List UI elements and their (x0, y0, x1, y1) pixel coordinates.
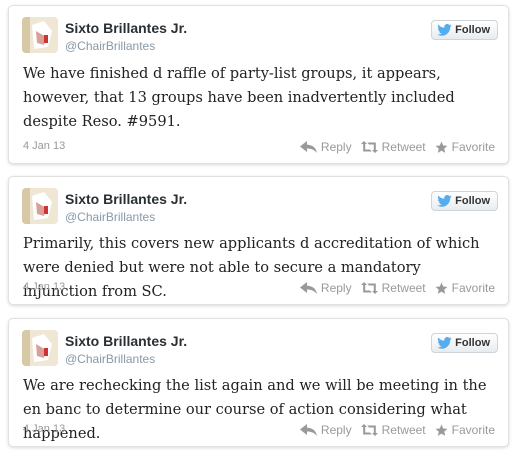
display-name[interactable]: Sixto Brillantes Jr. (65, 191, 187, 207)
retweet-icon (360, 282, 378, 294)
retweet-button[interactable]: Retweet (360, 423, 426, 437)
follow-button[interactable]: Follow (431, 191, 498, 211)
star-icon (435, 282, 448, 295)
username[interactable]: @ChairBrillantes (65, 39, 155, 53)
tweet-card: Sixto Brillantes Jr. @ChairBrillantes Fo… (8, 176, 509, 305)
tweet-date[interactable]: 4 Jan 13 (23, 423, 65, 435)
reply-icon (299, 424, 317, 436)
avatar[interactable] (22, 17, 58, 53)
tweet-actions: Reply Retweet Favorite (299, 423, 495, 437)
tweet-date[interactable]: 4 Jan 13 (23, 140, 65, 152)
follow-button[interactable]: Follow (431, 20, 498, 40)
twitter-bird-icon (437, 24, 452, 36)
retweet-label: Retweet (381, 423, 426, 437)
tweet-card: Sixto Brillantes Jr. @ChairBrillantes Fo… (8, 5, 509, 164)
reply-button[interactable]: Reply (299, 281, 352, 295)
avatar[interactable] (22, 188, 58, 224)
follow-button[interactable]: Follow (431, 333, 498, 353)
display-name[interactable]: Sixto Brillantes Jr. (65, 333, 187, 349)
reply-label: Reply (320, 140, 352, 154)
tweet-text: We have finished d raffle of party-list … (23, 65, 455, 130)
tweet-date[interactable]: 4 Jan 13 (23, 281, 65, 293)
reply-label: Reply (320, 281, 352, 295)
favorite-label: Favorite (451, 140, 495, 154)
tweet-actions: Reply Retweet Favorite (299, 281, 495, 295)
reply-button[interactable]: Reply (299, 140, 352, 154)
avatar[interactable] (22, 330, 58, 366)
retweet-icon (360, 424, 378, 436)
reply-label: Reply (320, 423, 352, 437)
twitter-bird-icon (437, 337, 452, 349)
retweet-label: Retweet (381, 281, 426, 295)
display-name[interactable]: Sixto Brillantes Jr. (65, 20, 187, 36)
retweet-label: Retweet (381, 140, 426, 154)
retweet-icon (360, 141, 378, 153)
username[interactable]: @ChairBrillantes (65, 210, 155, 224)
follow-label: Follow (455, 337, 490, 349)
follow-label: Follow (455, 24, 490, 36)
favorite-label: Favorite (451, 281, 495, 295)
retweet-button[interactable]: Retweet (360, 281, 426, 295)
favorite-label: Favorite (451, 423, 495, 437)
follow-label: Follow (455, 195, 490, 207)
favorite-button[interactable]: Favorite (435, 140, 495, 154)
reply-icon (299, 141, 317, 153)
favorite-button[interactable]: Favorite (435, 281, 495, 295)
username[interactable]: @ChairBrillantes (65, 352, 155, 366)
reply-button[interactable]: Reply (299, 423, 352, 437)
favorite-button[interactable]: Favorite (435, 423, 495, 437)
tweet-card: Sixto Brillantes Jr. @ChairBrillantes Fo… (8, 318, 509, 447)
twitter-bird-icon (437, 195, 452, 207)
retweet-button[interactable]: Retweet (360, 140, 426, 154)
reply-icon (299, 282, 317, 294)
tweet-actions: Reply Retweet Favorite (299, 140, 495, 154)
star-icon (435, 424, 448, 437)
star-icon (435, 141, 448, 154)
